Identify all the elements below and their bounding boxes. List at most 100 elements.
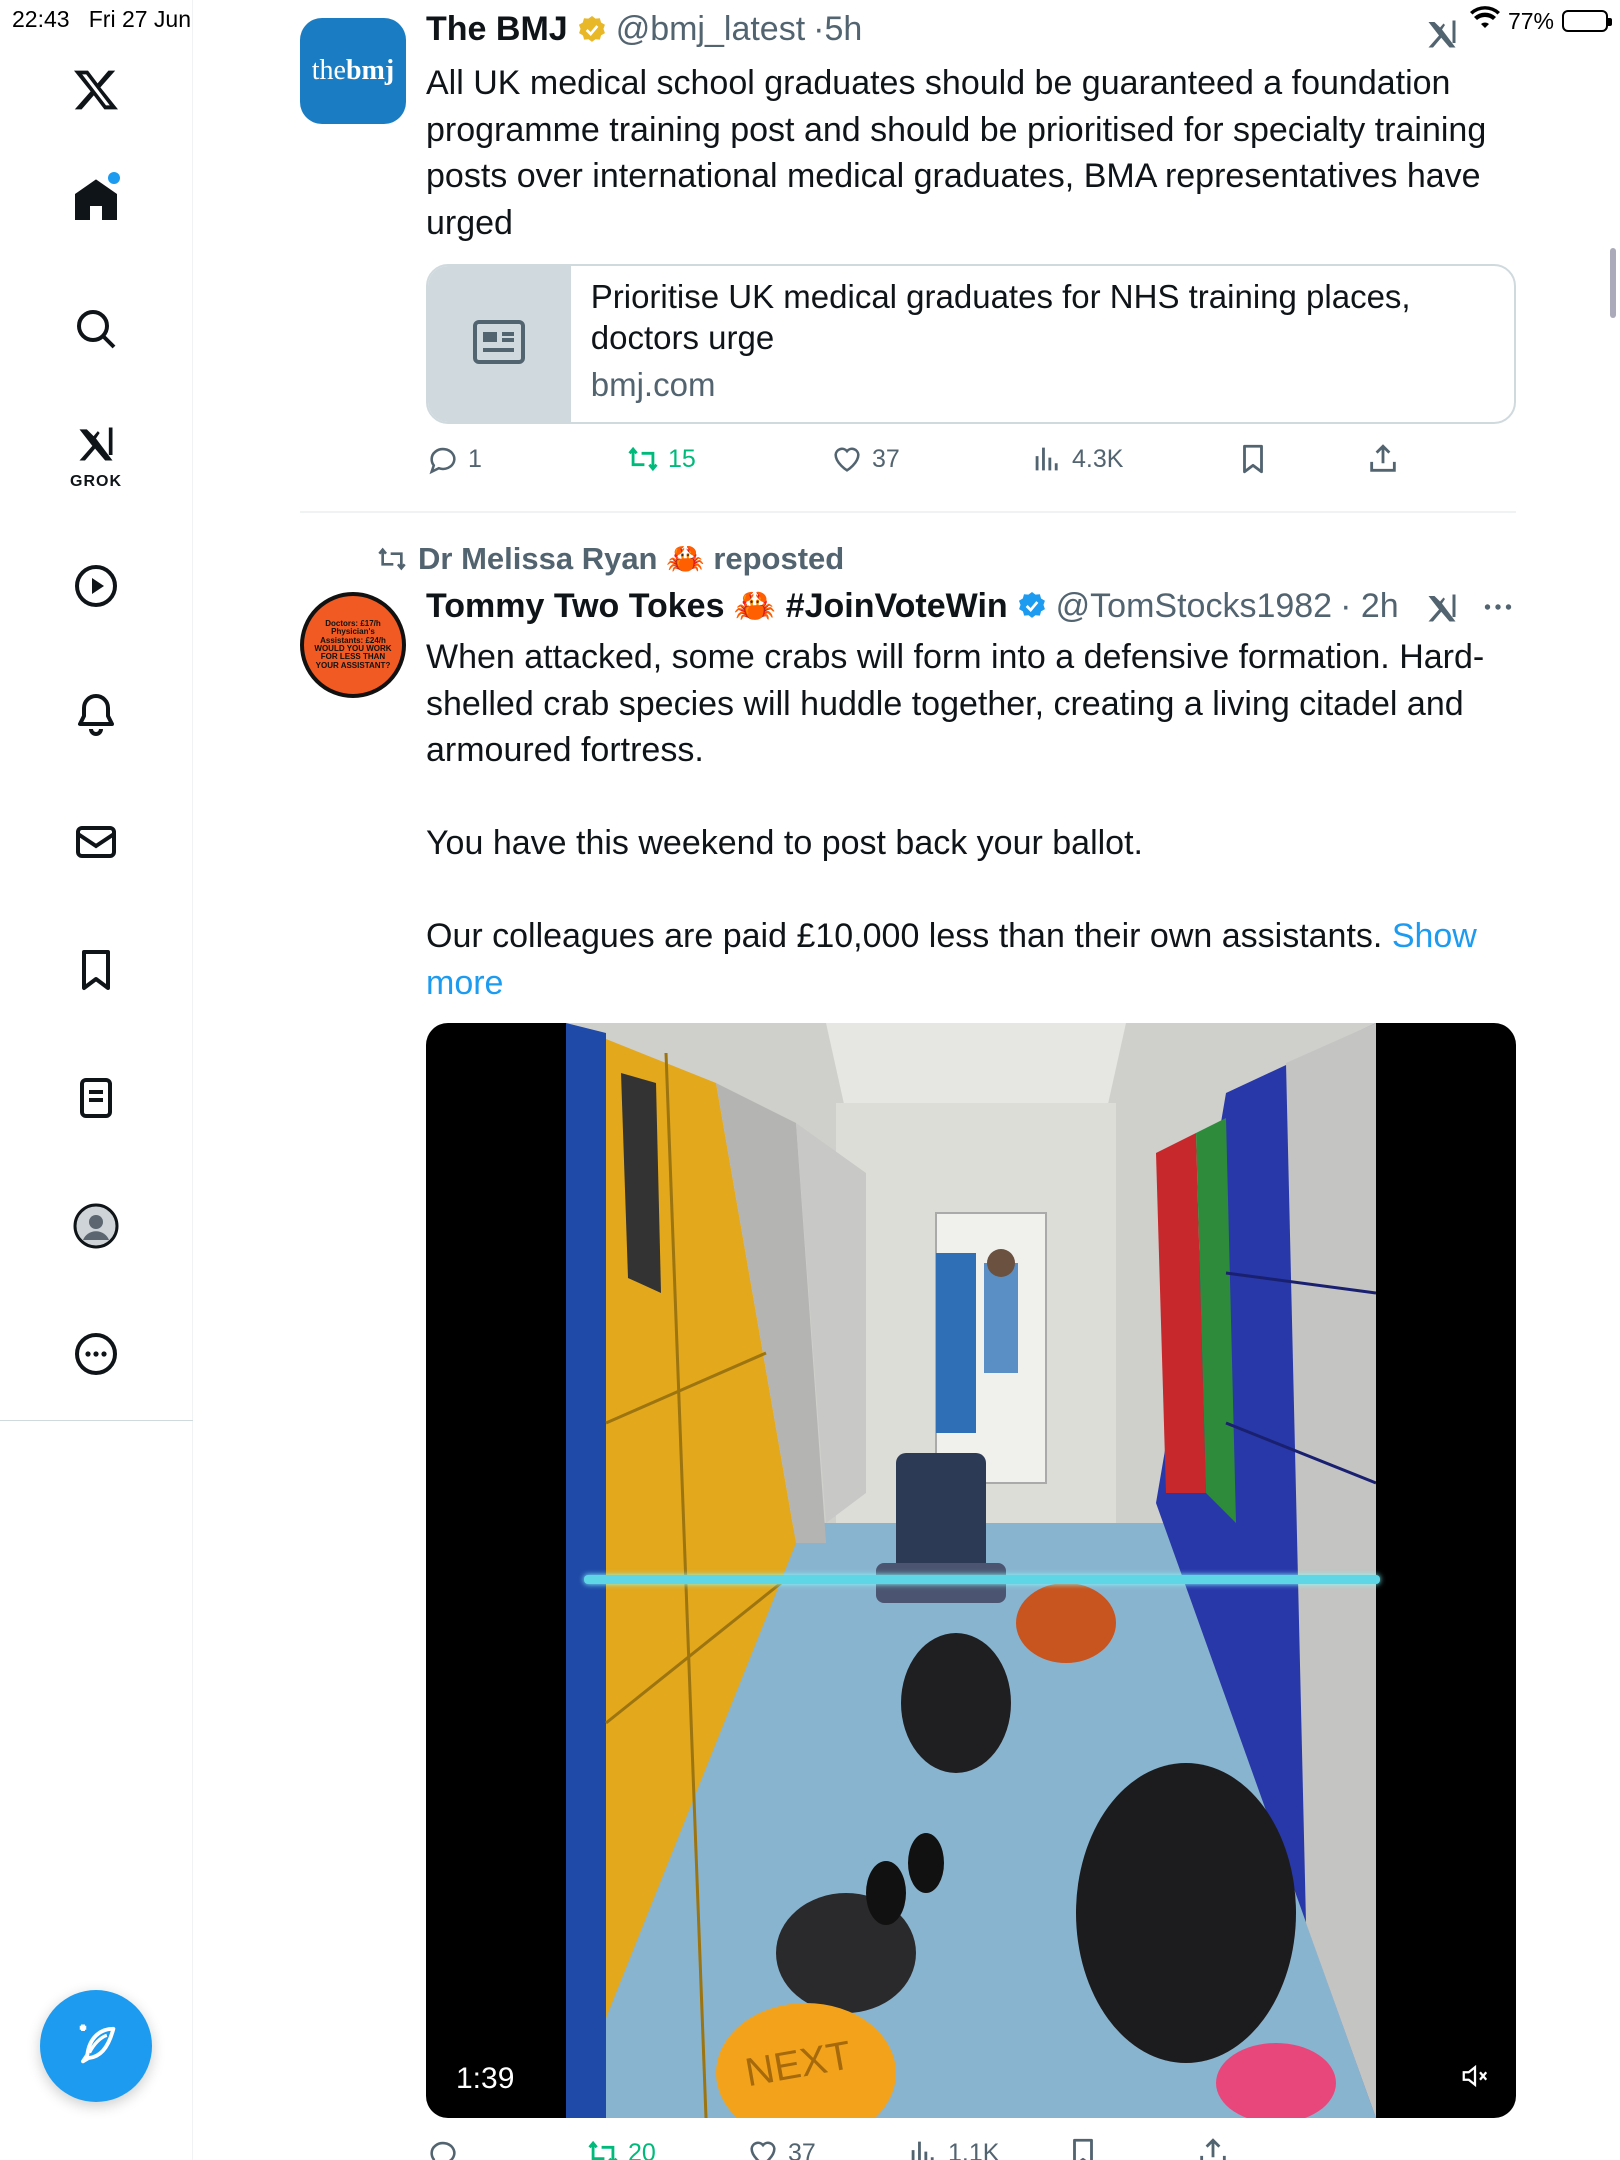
bookmark-icon [1243,444,1263,474]
sidebar-item-profile[interactable] [48,1180,144,1276]
avatar-text: the [311,55,346,86]
share-icon [1370,444,1396,472]
status-right: 77% [1469,6,1612,36]
more-icon [72,1330,120,1383]
mail-icon [72,818,120,871]
scrollbar[interactable] [1610,248,1616,318]
more-options-icon[interactable] [1480,592,1516,627]
repost-icon [588,2140,618,2160]
tweet-actions: 20 37 1.1K [426,2136,1426,2160]
tweet-paragraph: Our colleagues are paid £10,000 less tha… [426,913,1516,1006]
sidebar-item-grok[interactable]: GROK [48,408,144,504]
share-icon [1200,2138,1226,2160]
battery-icon [1562,10,1612,32]
reply-button[interactable]: 1 [426,442,482,476]
mute-icon[interactable] [1460,2061,1490,2096]
tweet-paragraph-text: Our colleagues are paid £10,000 less tha… [426,917,1383,955]
reply-button[interactable] [426,2136,468,2160]
bookmark-button[interactable] [1236,442,1270,476]
views-icon [1035,447,1058,471]
locker-room-image: NEXT [566,1023,1376,2118]
play-icon [72,562,120,615]
sidebar-item-lists[interactable] [48,1052,144,1148]
tweet-time: ·5h [813,10,863,48]
card-thumbnail [428,266,571,422]
card-text: Prioritise UK medical graduates for NHS … [571,266,1514,422]
tweet-text: All UK medical school graduates should b… [426,64,1487,242]
grok-small-icon[interactable] [1424,16,1460,57]
list-icon [72,1074,120,1127]
grok-label: GROK [70,472,122,490]
tweet-paragraph: You have this weekend to post back your … [426,824,1143,862]
tweet-time: · 2h [1340,586,1399,625]
compose-button[interactable] [40,1990,152,2102]
article-icon [471,318,527,371]
author-handle[interactable]: @TomStocks1982 [1056,587,1332,626]
battery-percent: 77% [1507,7,1554,34]
reply-count: 1 [468,444,482,473]
tweet-text: When attacked, some crabs will form into… [426,634,1516,1006]
bmj-avatar[interactable]: the bmj [300,18,406,124]
avatar-text-bold: bmj [345,55,395,86]
sidebar-item-search[interactable] [48,283,144,379]
wifi-icon [1469,6,1500,36]
sidebar-item-notifications[interactable] [48,668,144,764]
gold-verified-icon [578,15,605,42]
video-progress-bar[interactable] [584,1575,1380,1584]
sidebar: GROK [0,0,193,2160]
video-duration: 1:39 [456,2062,515,2095]
sidebar-divider [0,1420,193,1421]
video-player[interactable]: NEXT 1:39 [426,1023,1516,2118]
heart-icon [834,447,860,472]
reposted-by: Dr Melissa Ryan 🦀 reposted [418,541,845,576]
author-name[interactable]: Tommy Two Tokes 🦀 #JoinVoteWin [426,586,1008,626]
avatar-icon [72,1202,120,1255]
tweet-header: Tommy Two Tokes 🦀 #JoinVoteWin @TomStock… [426,586,1399,626]
link-card[interactable]: Prioritise UK medical graduates for NHS … [426,264,1516,424]
share-button[interactable] [1366,442,1400,476]
card-title: Prioritise UK medical graduates for NHS … [590,278,1411,356]
like-count: 37 [788,2138,816,2160]
author-name[interactable]: The BMJ [426,10,568,49]
grok-small-icon[interactable] [1424,590,1460,631]
views-count: 1.1K [948,2138,1000,2160]
tommy-avatar[interactable]: Doctors: £17/h Physician's Assistants: £… [300,592,406,698]
card-domain: bmj.com [590,366,716,403]
sidebar-item-home[interactable] [48,154,144,250]
grok-icon [74,422,118,471]
tweet-divider [300,511,1516,513]
sidebar-item-videos[interactable] [48,540,144,636]
sidebar-item-bookmarks[interactable] [48,924,144,1020]
tweet-actions: 1 15 37 4.3K [426,442,1426,482]
views-button[interactable]: 1.1K [906,2136,999,2160]
bookmark-button[interactable] [1066,2136,1100,2160]
avatar-text: Doctors: £17/h Physician's Assistants: £… [314,618,392,670]
views-button[interactable]: 4.3K [1030,442,1123,476]
bell-icon [72,690,120,743]
author-handle[interactable]: @bmj_latest [616,10,805,49]
reply-icon [429,447,456,475]
repost-context[interactable]: Dr Melissa Ryan 🦀 reposted [376,540,844,577]
blue-verified-icon [1018,592,1045,618]
share-button[interactable] [1196,2136,1230,2160]
views-icon [911,2141,934,2160]
like-count: 37 [872,444,900,473]
bookmark-icon [72,946,120,999]
sidebar-item-messages[interactable] [48,796,144,892]
repost-icon [378,547,406,570]
search-icon [72,305,120,358]
repost-count: 20 [628,2138,656,2160]
notification-dot [108,172,120,184]
repost-button[interactable]: 15 [626,442,696,476]
heart-icon [750,2141,776,2160]
sidebar-item-more[interactable] [48,1308,144,1404]
like-button[interactable]: 37 [746,2136,816,2160]
repost-button[interactable]: 20 [586,2136,656,2160]
like-button[interactable]: 37 [830,442,900,476]
x-logo-icon[interactable] [48,42,144,138]
views-count: 4.3K [1072,444,1124,473]
tweet-paragraph: When attacked, some crabs will form into… [426,638,1485,769]
repost-icon [628,446,658,472]
video-frame: NEXT [566,1023,1376,2118]
repost-count: 15 [668,444,696,473]
